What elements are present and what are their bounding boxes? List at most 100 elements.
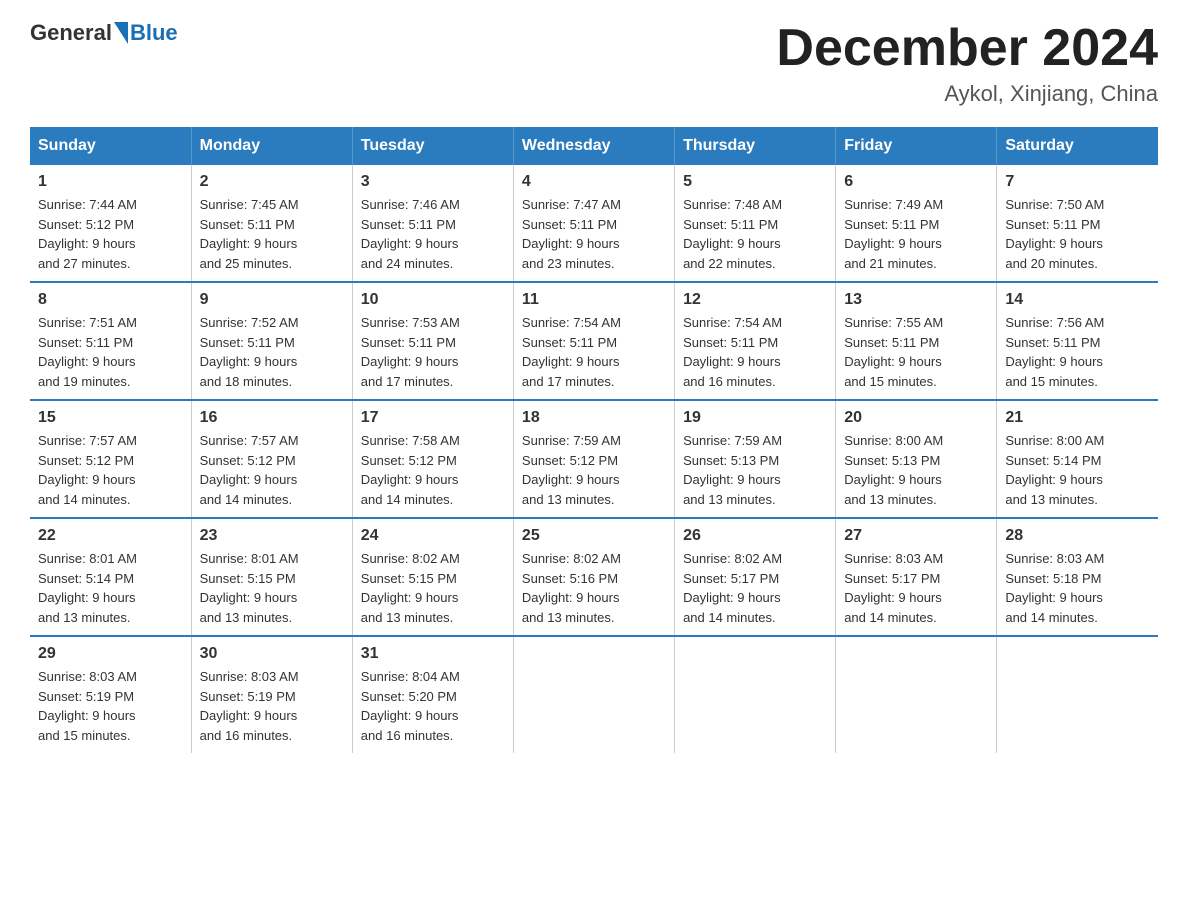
calendar-cell: 19 Sunrise: 7:59 AMSunset: 5:13 PMDayligh…: [675, 400, 836, 518]
day-number: 10: [361, 291, 505, 309]
calendar-cell: 29 Sunrise: 8:03 AMSunset: 5:19 PMDayligh…: [30, 636, 191, 753]
logo-general-text: General: [30, 20, 112, 46]
calendar-cell: 13 Sunrise: 7:55 AMSunset: 5:11 PMDayligh…: [836, 282, 997, 400]
weekday-header-sunday: Sunday: [30, 127, 191, 165]
day-info: Sunrise: 7:52 AMSunset: 5:11 PMDaylight:…: [200, 313, 344, 391]
calendar-body: 1 Sunrise: 7:44 AMSunset: 5:12 PMDaylight…: [30, 165, 1158, 753]
day-info: Sunrise: 8:03 AMSunset: 5:18 PMDaylight:…: [1005, 549, 1150, 627]
calendar-cell: 2 Sunrise: 7:45 AMSunset: 5:11 PMDaylight…: [191, 165, 352, 282]
weekday-header-tuesday: Tuesday: [352, 127, 513, 165]
calendar-cell: 21 Sunrise: 8:00 AMSunset: 5:14 PMDayligh…: [997, 400, 1158, 518]
day-info: Sunrise: 8:04 AMSunset: 5:20 PMDaylight:…: [361, 667, 505, 745]
day-number: 6: [844, 173, 988, 191]
day-info: Sunrise: 7:59 AMSunset: 5:12 PMDaylight:…: [522, 431, 666, 509]
calendar-cell: 31 Sunrise: 8:04 AMSunset: 5:20 PMDayligh…: [352, 636, 513, 753]
day-number: 17: [361, 409, 505, 427]
calendar-week-2: 8 Sunrise: 7:51 AMSunset: 5:11 PMDaylight…: [30, 282, 1158, 400]
calendar-cell: 20 Sunrise: 8:00 AMSunset: 5:13 PMDayligh…: [836, 400, 997, 518]
day-number: 14: [1005, 291, 1150, 309]
calendar-cell: 10 Sunrise: 7:53 AMSunset: 5:11 PMDayligh…: [352, 282, 513, 400]
calendar-cell: [997, 636, 1158, 753]
day-info: Sunrise: 7:45 AMSunset: 5:11 PMDaylight:…: [200, 195, 344, 273]
calendar-table: SundayMondayTuesdayWednesdayThursdayFrid…: [30, 127, 1158, 753]
day-number: 8: [38, 291, 183, 309]
day-info: Sunrise: 7:53 AMSunset: 5:11 PMDaylight:…: [361, 313, 505, 391]
calendar-week-4: 22 Sunrise: 8:01 AMSunset: 5:14 PMDayligh…: [30, 518, 1158, 636]
day-number: 7: [1005, 173, 1150, 191]
calendar-cell: 18Sunrise: 7:59 AMSunset: 5:12 PMDayligh…: [513, 400, 674, 518]
calendar-cell: 28 Sunrise: 8:03 AMSunset: 5:18 PMDayligh…: [997, 518, 1158, 636]
day-number: 29: [38, 645, 183, 663]
location-text: Aykol, Xinjiang, China: [776, 81, 1158, 107]
calendar-week-1: 1 Sunrise: 7:44 AMSunset: 5:12 PMDaylight…: [30, 165, 1158, 282]
calendar-week-5: 29 Sunrise: 8:03 AMSunset: 5:19 PMDayligh…: [30, 636, 1158, 753]
day-info: Sunrise: 7:59 AMSunset: 5:13 PMDaylight:…: [683, 431, 827, 509]
day-info: Sunrise: 7:54 AMSunset: 5:11 PMDaylight:…: [522, 313, 666, 391]
logo: General Blue: [30, 20, 178, 46]
day-number: 5: [683, 173, 827, 191]
day-number: 9: [200, 291, 344, 309]
calendar-cell: 3Sunrise: 7:46 AMSunset: 5:11 PMDaylight…: [352, 165, 513, 282]
weekday-header-saturday: Saturday: [997, 127, 1158, 165]
calendar-cell: [836, 636, 997, 753]
weekday-header-monday: Monday: [191, 127, 352, 165]
day-info: Sunrise: 8:00 AMSunset: 5:14 PMDaylight:…: [1005, 431, 1150, 509]
calendar-cell: 30 Sunrise: 8:03 AMSunset: 5:19 PMDayligh…: [191, 636, 352, 753]
day-info: Sunrise: 7:56 AMSunset: 5:11 PMDaylight:…: [1005, 313, 1150, 391]
day-number: 25: [522, 527, 666, 545]
calendar-cell: 4 Sunrise: 7:47 AMSunset: 5:11 PMDaylight…: [513, 165, 674, 282]
day-number: 19: [683, 409, 827, 427]
day-number: 27: [844, 527, 988, 545]
day-number: 24: [361, 527, 505, 545]
day-info: Sunrise: 7:50 AMSunset: 5:11 PMDaylight:…: [1005, 195, 1150, 273]
calendar-cell: 27 Sunrise: 8:03 AMSunset: 5:17 PMDayligh…: [836, 518, 997, 636]
day-info: Sunrise: 8:03 AMSunset: 5:19 PMDaylight:…: [38, 667, 183, 745]
day-number: 22: [38, 527, 183, 545]
calendar-header: SundayMondayTuesdayWednesdayThursdayFrid…: [30, 127, 1158, 165]
calendar-cell: 26Sunrise: 8:02 AMSunset: 5:17 PMDayligh…: [675, 518, 836, 636]
calendar-cell: 22 Sunrise: 8:01 AMSunset: 5:14 PMDayligh…: [30, 518, 191, 636]
day-number: 20: [844, 409, 988, 427]
weekday-row: SundayMondayTuesdayWednesdayThursdayFrid…: [30, 127, 1158, 165]
day-number: 30: [200, 645, 344, 663]
calendar-cell: 1 Sunrise: 7:44 AMSunset: 5:12 PMDaylight…: [30, 165, 191, 282]
day-number: 1: [38, 173, 183, 191]
day-number: 21: [1005, 409, 1150, 427]
day-number: 31: [361, 645, 505, 663]
day-info: Sunrise: 7:55 AMSunset: 5:11 PMDaylight:…: [844, 313, 988, 391]
day-info: Sunrise: 7:57 AMSunset: 5:12 PMDaylight:…: [200, 431, 344, 509]
title-block: December 2024 Aykol, Xinjiang, China: [776, 20, 1158, 107]
day-info: Sunrise: 8:03 AMSunset: 5:17 PMDaylight:…: [844, 549, 988, 627]
day-info: Sunrise: 7:46 AMSunset: 5:11 PMDaylight:…: [361, 195, 505, 273]
month-title: December 2024: [776, 20, 1158, 77]
calendar-cell: 6 Sunrise: 7:49 AMSunset: 5:11 PMDaylight…: [836, 165, 997, 282]
day-info: Sunrise: 7:51 AMSunset: 5:11 PMDaylight:…: [38, 313, 183, 391]
calendar-cell: [513, 636, 674, 753]
day-info: Sunrise: 7:48 AMSunset: 5:11 PMDaylight:…: [683, 195, 827, 273]
day-number: 2: [200, 173, 344, 191]
day-info: Sunrise: 7:47 AMSunset: 5:11 PMDaylight:…: [522, 195, 666, 273]
day-info: Sunrise: 7:49 AMSunset: 5:11 PMDaylight:…: [844, 195, 988, 273]
calendar-cell: 16 Sunrise: 7:57 AMSunset: 5:12 PMDayligh…: [191, 400, 352, 518]
day-number: 4: [522, 173, 666, 191]
calendar-cell: [675, 636, 836, 753]
day-number: 11: [522, 291, 666, 309]
day-number: 28: [1005, 527, 1150, 545]
day-number: 16: [200, 409, 344, 427]
calendar-cell: 5 Sunrise: 7:48 AMSunset: 5:11 PMDaylight…: [675, 165, 836, 282]
day-info: Sunrise: 8:01 AMSunset: 5:14 PMDaylight:…: [38, 549, 183, 627]
day-number: 13: [844, 291, 988, 309]
calendar-cell: 14 Sunrise: 7:56 AMSunset: 5:11 PMDayligh…: [997, 282, 1158, 400]
calendar-cell: 11 Sunrise: 7:54 AMSunset: 5:11 PMDayligh…: [513, 282, 674, 400]
calendar-cell: 17Sunrise: 7:58 AMSunset: 5:12 PMDayligh…: [352, 400, 513, 518]
day-number: 26: [683, 527, 827, 545]
day-info: Sunrise: 7:44 AMSunset: 5:12 PMDaylight:…: [38, 195, 183, 273]
day-info: Sunrise: 7:54 AMSunset: 5:11 PMDaylight:…: [683, 313, 827, 391]
calendar-cell: 15Sunrise: 7:57 AMSunset: 5:12 PMDayligh…: [30, 400, 191, 518]
calendar-cell: 25Sunrise: 8:02 AMSunset: 5:16 PMDayligh…: [513, 518, 674, 636]
calendar-cell: 9 Sunrise: 7:52 AMSunset: 5:11 PMDaylight…: [191, 282, 352, 400]
weekday-header-friday: Friday: [836, 127, 997, 165]
calendar-cell: 7 Sunrise: 7:50 AMSunset: 5:11 PMDaylight…: [997, 165, 1158, 282]
day-info: Sunrise: 8:03 AMSunset: 5:19 PMDaylight:…: [200, 667, 344, 745]
day-info: Sunrise: 8:00 AMSunset: 5:13 PMDaylight:…: [844, 431, 988, 509]
